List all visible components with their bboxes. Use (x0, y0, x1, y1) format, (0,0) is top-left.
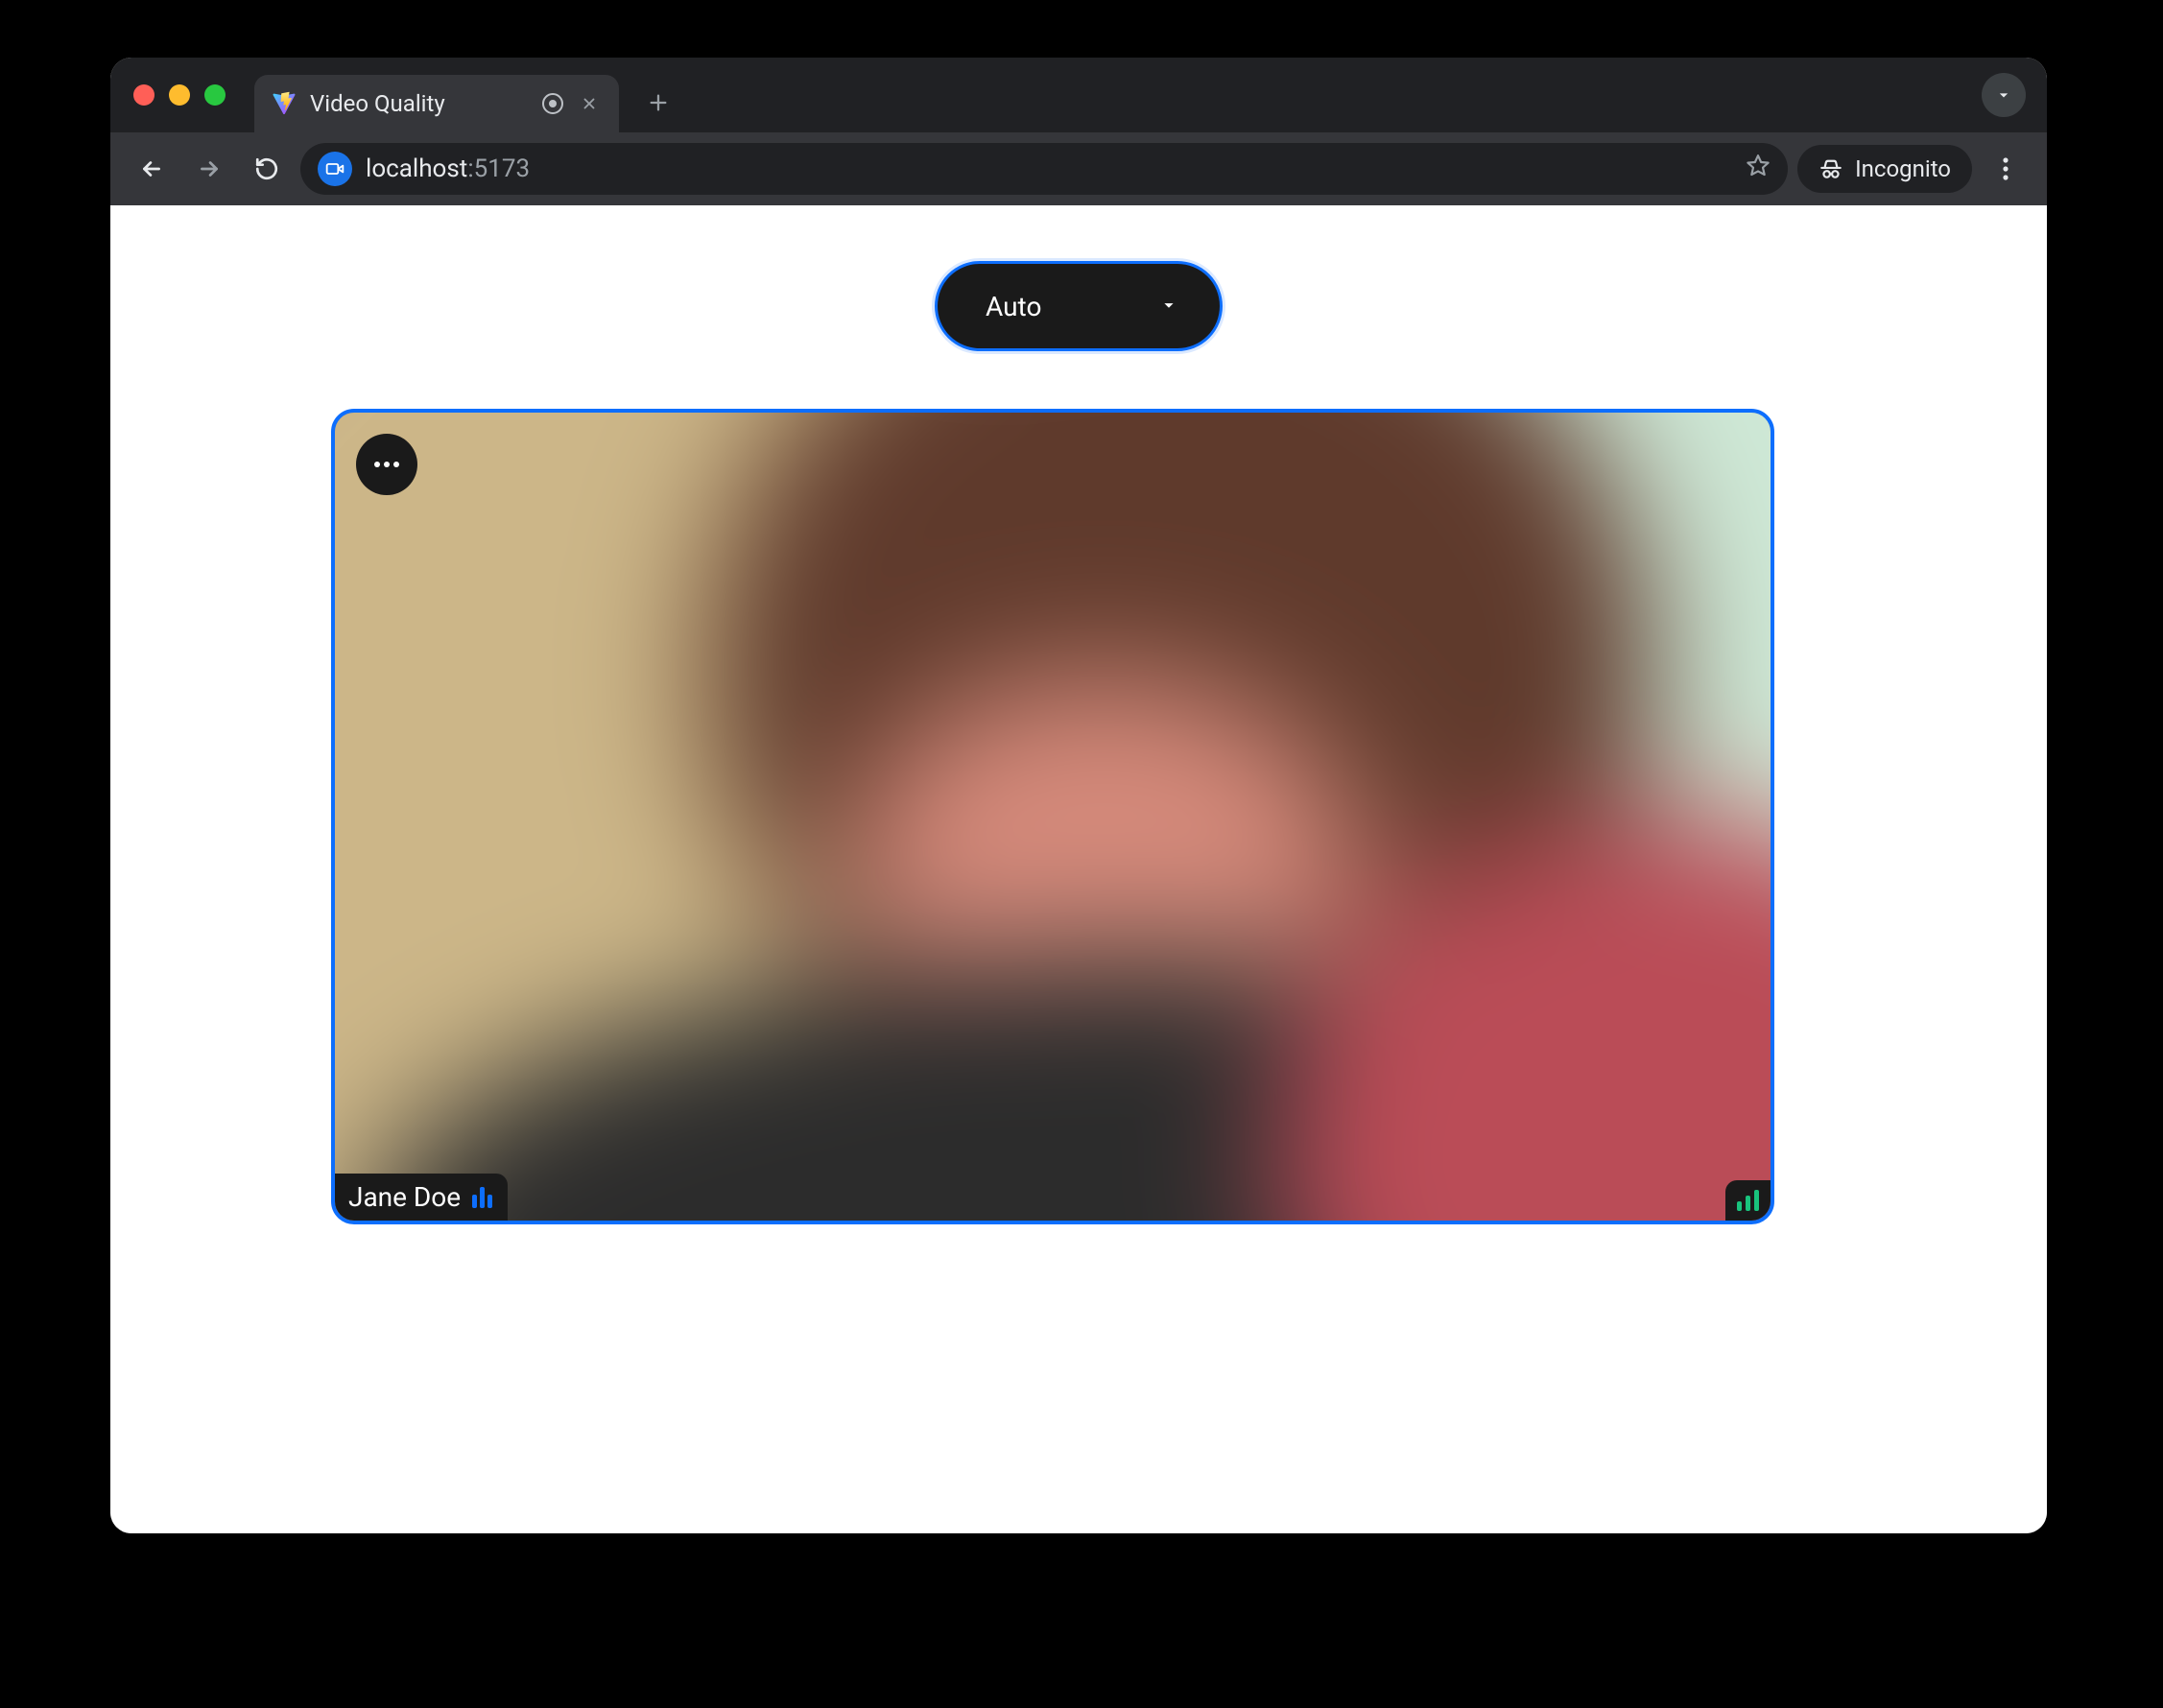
incognito-icon (1818, 156, 1843, 181)
window-controls (126, 58, 237, 132)
tabs-overflow-button[interactable] (1982, 73, 2026, 117)
bookmark-star-button[interactable] (1746, 154, 1771, 185)
vite-favicon-icon (272, 91, 297, 116)
address-bar[interactable]: localhost:5173 (300, 143, 1788, 195)
tile-more-options-button[interactable] (356, 434, 417, 495)
tab-media-indicator-icon[interactable] (542, 93, 563, 114)
browser-tab-active[interactable]: Video Quality (254, 75, 619, 132)
video-quality-select[interactable]: Auto (935, 261, 1223, 351)
browser-window: Video Quality (110, 58, 2047, 1533)
more-horizontal-icon (373, 461, 400, 468)
participant-name: Jane Doe (348, 1181, 461, 1213)
signal-bars-icon (1737, 1201, 1742, 1211)
window-close-button[interactable] (133, 84, 154, 106)
participant-video-tile[interactable]: Jane Doe (331, 409, 1774, 1224)
audio-level-icon (472, 1187, 492, 1208)
tab-close-button[interactable] (577, 91, 602, 116)
browser-menu-button[interactable] (1982, 145, 2030, 193)
tab-strip: Video Quality (110, 58, 2047, 132)
url-rest: :5173 (467, 154, 530, 183)
participant-name-badge: Jane Doe (335, 1174, 508, 1221)
screenshot-stage: Video Quality (0, 0, 2163, 1708)
browser-toolbar: localhost:5173 Incognito (110, 132, 2047, 205)
new-tab-button[interactable] (636, 81, 680, 125)
site-permissions-icon[interactable] (318, 152, 352, 186)
tab-title: Video Quality (310, 90, 529, 117)
incognito-label: Incognito (1855, 155, 1951, 182)
video-quality-value: Auto (986, 291, 1041, 322)
video-preview-blur (331, 409, 1774, 1224)
url-text: localhost:5173 (366, 154, 1732, 183)
page-viewport: Auto Jane Doe (110, 205, 2047, 1533)
nav-reload-button[interactable] (243, 145, 291, 193)
url-host: localhost (366, 154, 467, 183)
nav-back-button[interactable] (128, 145, 176, 193)
connection-quality-button[interactable] (1725, 1180, 1771, 1221)
window-minimize-button[interactable] (169, 84, 190, 106)
incognito-indicator[interactable]: Incognito (1797, 145, 1972, 193)
window-zoom-button[interactable] (204, 84, 226, 106)
caret-down-icon (1158, 291, 1179, 322)
nav-forward-button[interactable] (185, 145, 233, 193)
